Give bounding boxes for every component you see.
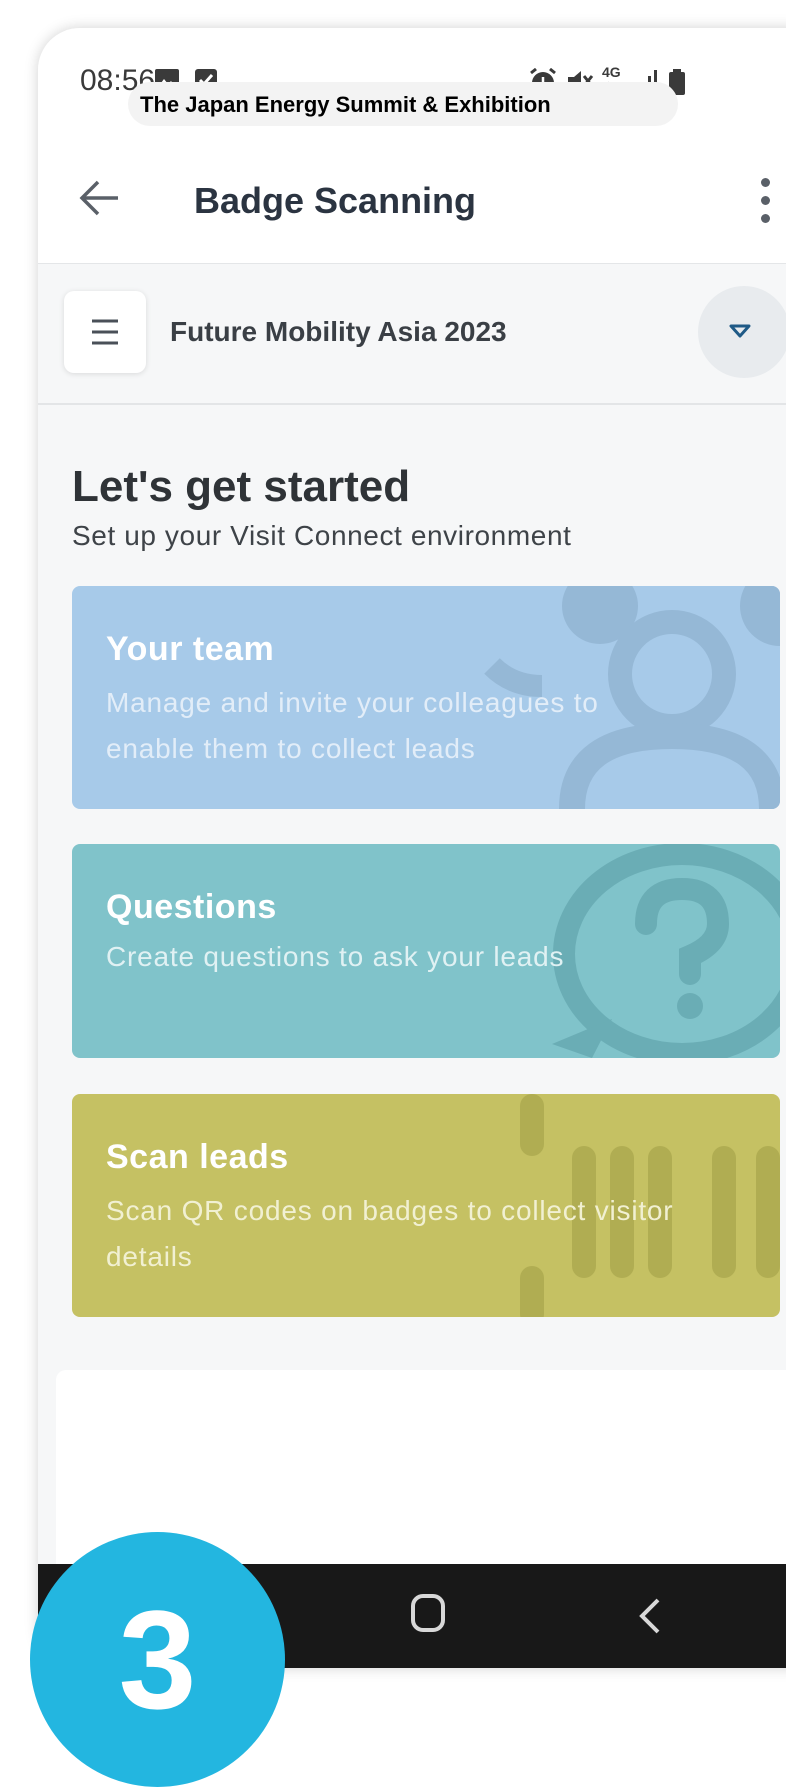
- network-label: 4G: [602, 64, 621, 80]
- back-arrow-icon[interactable]: [78, 178, 122, 218]
- chevron-down-icon: [729, 324, 751, 338]
- scan-leads-card[interactable]: Scan leads Scan QR codes on badges to co…: [72, 1094, 780, 1317]
- intro-heading: Let's get started: [72, 462, 411, 511]
- app-bar: Badge Scanning: [38, 138, 786, 264]
- home-button-icon[interactable]: [411, 1594, 445, 1632]
- scan-leads-description-line-2: details: [106, 1241, 193, 1272]
- page-title: Badge Scanning: [194, 180, 477, 221]
- questions-description: Create questions to ask your leads: [106, 941, 565, 972]
- your-team-card[interactable]: Your team Manage and invite your colleag…: [72, 586, 780, 809]
- menu-button[interactable]: [64, 291, 146, 373]
- step-number-badge: 3: [30, 1532, 285, 1787]
- your-team-description-line-1: Manage and invite your colleagues to: [106, 687, 599, 718]
- scan-leads-description-line-1: Scan QR codes on badges to collect visit…: [106, 1195, 674, 1226]
- phone-screen: 08:56 4G Badge Scanning Future Mobility …: [38, 28, 786, 1668]
- event-subtitle: The Japan Energy Summit & Exhibition: [140, 92, 551, 117]
- questions-title: Questions: [106, 888, 277, 926]
- step-number: 3: [118, 1581, 197, 1738]
- event-name[interactable]: Future Mobility Asia 2023: [170, 316, 507, 348]
- event-dropdown-button[interactable]: [698, 286, 786, 378]
- more-options-icon[interactable]: [756, 178, 776, 224]
- intro-subheading: Set up your Visit Connect environment: [72, 520, 572, 551]
- your-team-title: Your team: [106, 630, 275, 668]
- questions-card[interactable]: Questions Create questions to ask your l…: [72, 844, 780, 1058]
- scan-leads-title: Scan leads: [106, 1138, 289, 1176]
- hamburger-icon: [92, 319, 118, 345]
- nav-back-icon[interactable]: [638, 1596, 662, 1636]
- your-team-description-line-2: enable them to collect leads: [106, 733, 476, 764]
- event-selector: Future Mobility Asia 2023: [38, 263, 786, 405]
